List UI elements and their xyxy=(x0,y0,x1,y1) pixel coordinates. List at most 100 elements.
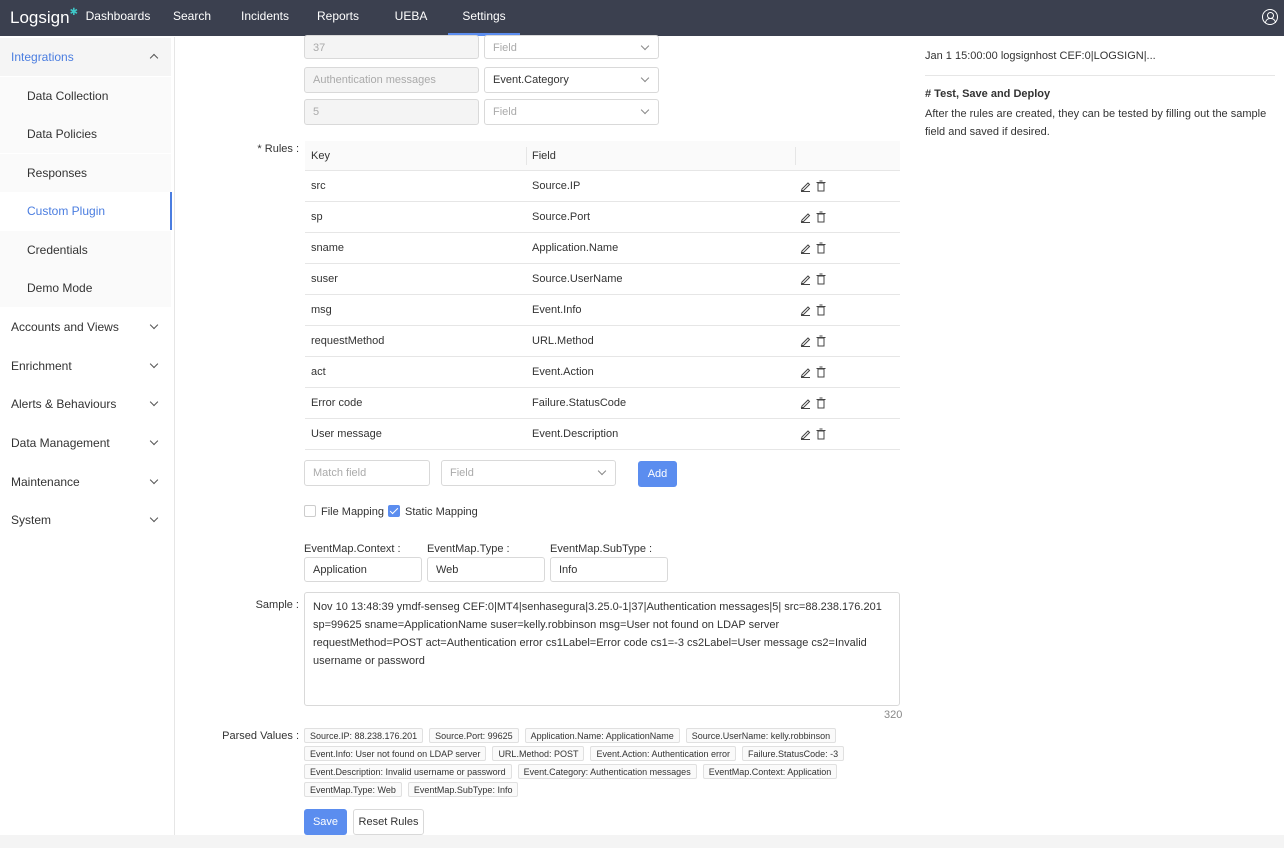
severity-input[interactable]: 5 xyxy=(304,99,479,125)
table-header: Key Field xyxy=(305,141,900,171)
trash-icon[interactable] xyxy=(816,242,826,254)
parsed-value-tag: Event.Info: User not found on LDAP serve… xyxy=(304,746,487,761)
rules-label: * Rules : xyxy=(257,143,299,155)
select-value: Field xyxy=(493,106,517,118)
edit-icon[interactable] xyxy=(800,180,811,192)
parsed-value-tag: Source.UserName: kelly.robbinson xyxy=(685,728,837,743)
chevron-down-icon xyxy=(149,359,159,369)
chevron-up-icon xyxy=(149,53,159,63)
nav-dashboards[interactable]: Dashboards xyxy=(83,0,153,36)
rule-field: Event.Action xyxy=(532,366,594,378)
rule-key: sp xyxy=(311,211,323,223)
nav-settings[interactable]: Settings xyxy=(448,0,520,36)
logo[interactable]: Logsign✱ xyxy=(10,7,78,28)
parsed-value-tag: Source.Port: 99625 xyxy=(429,728,519,743)
sidebar-item-custom-plugin[interactable]: Custom Plugin xyxy=(0,192,172,230)
eventmap-context-input[interactable]: Application xyxy=(304,557,422,582)
edit-icon[interactable] xyxy=(800,366,811,378)
severity-field-select[interactable]: Field xyxy=(484,99,659,125)
trash-icon[interactable] xyxy=(816,366,826,378)
sample-textarea[interactable]: Nov 10 13:48:39 ymdf-senseg CEF:0|MT4|se… xyxy=(304,592,900,706)
edit-icon[interactable] xyxy=(800,397,811,409)
sidebar-item-label: Accounts and Views xyxy=(11,320,119,334)
static-mapping-checkbox[interactable] xyxy=(388,505,400,517)
eventmap-context-label: EventMap.Context : xyxy=(304,543,401,555)
sidebar-item-maintenance[interactable]: Maintenance xyxy=(0,463,171,501)
nav-reports[interactable]: Reports xyxy=(312,0,364,36)
parsed-value-tag: Source.IP: 88.238.176.201 xyxy=(304,728,424,743)
save-button[interactable]: Save xyxy=(304,809,347,835)
edit-icon[interactable] xyxy=(800,335,811,347)
rule-key: src xyxy=(311,180,326,192)
nav-search[interactable]: Search xyxy=(168,0,216,36)
chevron-down-icon xyxy=(149,513,159,523)
rule-field: URL.Method xyxy=(532,335,594,347)
sidebar-item-data-management[interactable]: Data Management xyxy=(0,424,171,462)
chevron-down-icon xyxy=(597,466,607,476)
rule-key: Error code xyxy=(311,397,363,409)
rule-field: Application.Name xyxy=(532,242,619,254)
index-input[interactable]: 37 xyxy=(304,35,479,59)
sidebar-item-credentials[interactable]: Credentials xyxy=(0,231,171,269)
col-field-header: Field xyxy=(532,150,556,162)
trash-icon[interactable] xyxy=(816,304,826,316)
static-mapping-label: Static Mapping xyxy=(405,506,478,518)
table-row: requestMethod URL.Method xyxy=(305,326,900,357)
match-field-input[interactable]: Match field xyxy=(304,460,430,486)
parsed-value-tag: EventMap.Context: Application xyxy=(702,764,838,779)
parsed-value-tag: Event.Description: Invalid username or p… xyxy=(304,764,512,779)
edit-icon[interactable] xyxy=(800,304,811,316)
rule-key: act xyxy=(311,366,326,378)
add-rule-button[interactable]: Add xyxy=(638,461,677,487)
edit-icon[interactable] xyxy=(800,242,811,254)
sidebar-item-label: Data Policies xyxy=(27,127,98,141)
sidebar-item-integrations[interactable]: Integrations xyxy=(0,38,171,76)
sidebar-item-system[interactable]: System xyxy=(0,501,171,539)
sidebar-item-label: Maintenance xyxy=(11,475,80,489)
user-icon[interactable] xyxy=(1262,9,1278,25)
parsed-value-tag: EventMap.Type: Web xyxy=(304,782,402,797)
table-row: sname Application.Name xyxy=(305,233,900,264)
top-nav: Logsign✱ Dashboards Search Incidents Rep… xyxy=(0,0,1284,36)
trash-icon[interactable] xyxy=(816,180,826,192)
edit-icon[interactable] xyxy=(800,428,811,440)
sidebar-item-enrichment[interactable]: Enrichment xyxy=(0,347,171,385)
trash-icon[interactable] xyxy=(816,397,826,409)
eventmap-type-input[interactable]: Web xyxy=(427,557,545,582)
rules-body: src Source.IP sp Source.Port sname Applicatio… xyxy=(305,171,900,450)
sidebar-item-demo-mode[interactable]: Demo Mode xyxy=(0,269,171,307)
table-row: suser Source.UserName xyxy=(305,264,900,295)
category-input[interactable]: Authentication messages xyxy=(304,67,479,93)
category-field-select[interactable]: Event.Category xyxy=(484,67,659,93)
sidebar-item-label: Data Management xyxy=(11,436,110,450)
rule-key: requestMethod xyxy=(311,335,385,347)
file-mapping-checkbox[interactable] xyxy=(304,505,316,517)
sidebar-item-accounts-and-views[interactable]: Accounts and Views xyxy=(0,308,171,346)
trash-icon[interactable] xyxy=(816,211,826,223)
select-value: Field xyxy=(493,42,517,54)
nav-ueba[interactable]: UEBA xyxy=(388,0,434,36)
nav-incidents[interactable]: Incidents xyxy=(236,0,294,36)
char-counter: 320 xyxy=(884,709,903,721)
trash-icon[interactable] xyxy=(816,335,826,347)
trash-icon[interactable] xyxy=(816,273,826,285)
edit-icon[interactable] xyxy=(800,211,811,223)
sidebar-item-data-policies[interactable]: Data Policies xyxy=(0,115,171,153)
column-divider xyxy=(795,147,796,165)
sidebar-item-data-collection[interactable]: Data Collection xyxy=(0,77,171,115)
rule-field: Source.Port xyxy=(532,211,591,223)
footer-strip xyxy=(0,835,1284,848)
sidebar-item-responses[interactable]: Responses xyxy=(0,154,171,192)
new-rule-field-select[interactable]: Field xyxy=(441,460,616,486)
rule-key: User message xyxy=(311,428,382,440)
reset-rules-button[interactable]: Reset Rules xyxy=(353,809,424,835)
edit-icon[interactable] xyxy=(800,273,811,285)
sidebar-item-alerts-behaviours[interactable]: Alerts & Behaviours xyxy=(0,385,171,423)
chevron-down-icon xyxy=(640,105,650,115)
table-row: src Source.IP xyxy=(305,171,900,202)
trash-icon[interactable] xyxy=(816,428,826,440)
index-field-select[interactable]: Field xyxy=(484,35,659,59)
sidebar-item-label: Custom Plugin xyxy=(27,204,106,218)
table-row: msg Event.Info xyxy=(305,295,900,326)
eventmap-subtype-input[interactable]: Info xyxy=(550,557,668,582)
